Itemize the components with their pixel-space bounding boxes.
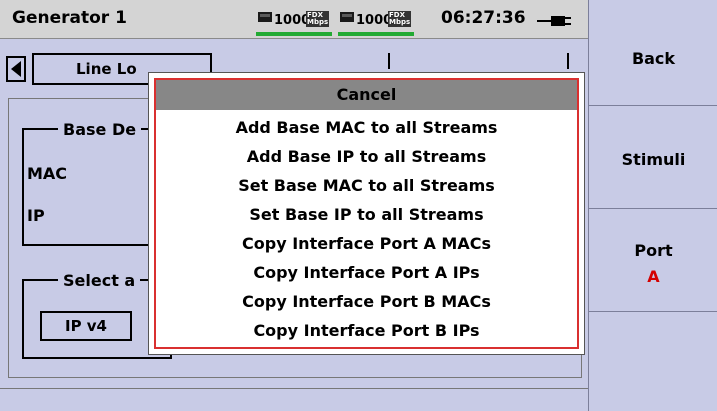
- menu-item-copy-port-a-macs[interactable]: Copy Interface Port A MACs: [156, 229, 577, 258]
- bottom-divider: [0, 388, 588, 389]
- back-button[interactable]: Back: [589, 0, 717, 106]
- ethernet-port-1-icon: [258, 12, 272, 22]
- context-menu: Cancel Add Base MAC to all Streams Add B…: [148, 72, 585, 355]
- link2-activity-bar: [338, 32, 414, 36]
- tab-divider: [567, 53, 569, 69]
- menu-item-add-base-ip[interactable]: Add Base IP to all Streams: [156, 142, 577, 171]
- link1-activity-bar: [256, 32, 332, 36]
- port-button-label: Port: [634, 241, 673, 260]
- tab-divider: [388, 53, 390, 69]
- stimuli-button[interactable]: Stimuli: [589, 106, 717, 209]
- link1-duplex-badge: FDX Mbps: [306, 11, 330, 27]
- menu-item-set-base-mac[interactable]: Set Base MAC to all Streams: [156, 171, 577, 200]
- clock: 06:27:36: [441, 8, 526, 28]
- back-button-label: Back: [631, 49, 676, 68]
- window-title: Generator 1: [12, 8, 127, 28]
- port-value: A: [647, 267, 660, 286]
- power-plug-icon: [537, 16, 571, 26]
- softkey-bar: Back Stimuli Port A: [588, 0, 717, 411]
- tab-divider: [210, 53, 212, 69]
- tab-scroll-left-button[interactable]: [6, 56, 26, 82]
- link2-unit-text: Mbps: [389, 18, 411, 26]
- empty-softkey[interactable]: [589, 312, 717, 411]
- context-menu-frame: Cancel Add Base MAC to all Streams Add B…: [154, 78, 579, 349]
- port-button[interactable]: Port A: [589, 209, 717, 312]
- menu-item-set-base-ip[interactable]: Set Base IP to all Streams: [156, 200, 577, 229]
- link2-speed: 1000: [356, 13, 393, 28]
- tab-line-loopback-label: Line Lo: [76, 60, 137, 78]
- menu-item-copy-port-a-ips[interactable]: Copy Interface Port A IPs: [156, 258, 577, 287]
- select-address-group-label: Select a: [58, 271, 141, 290]
- menu-item-copy-port-b-ips[interactable]: Copy Interface Port B IPs: [156, 316, 577, 345]
- menu-item-copy-port-b-macs[interactable]: Copy Interface Port B MACs: [156, 287, 577, 316]
- base-definition-group-label: Base De: [58, 120, 142, 139]
- stimuli-button-label: Stimuli: [621, 150, 686, 169]
- link2-duplex-badge: FDX Mbps: [388, 11, 412, 27]
- menu-item-add-base-mac[interactable]: Add Base MAC to all Streams: [156, 113, 577, 142]
- ethernet-port-2-icon: [340, 12, 354, 22]
- ipv4-button[interactable]: IP v4: [40, 311, 132, 341]
- link1-unit-text: Mbps: [307, 18, 329, 26]
- mac-label: MAC: [27, 164, 68, 183]
- menu-cancel-item[interactable]: Cancel: [156, 80, 577, 110]
- link1-speed: 1000: [274, 13, 311, 28]
- ip-label: IP: [27, 206, 45, 225]
- title-bar: Generator 1 1000 FDX Mbps 1000 FDX Mbps …: [0, 0, 588, 39]
